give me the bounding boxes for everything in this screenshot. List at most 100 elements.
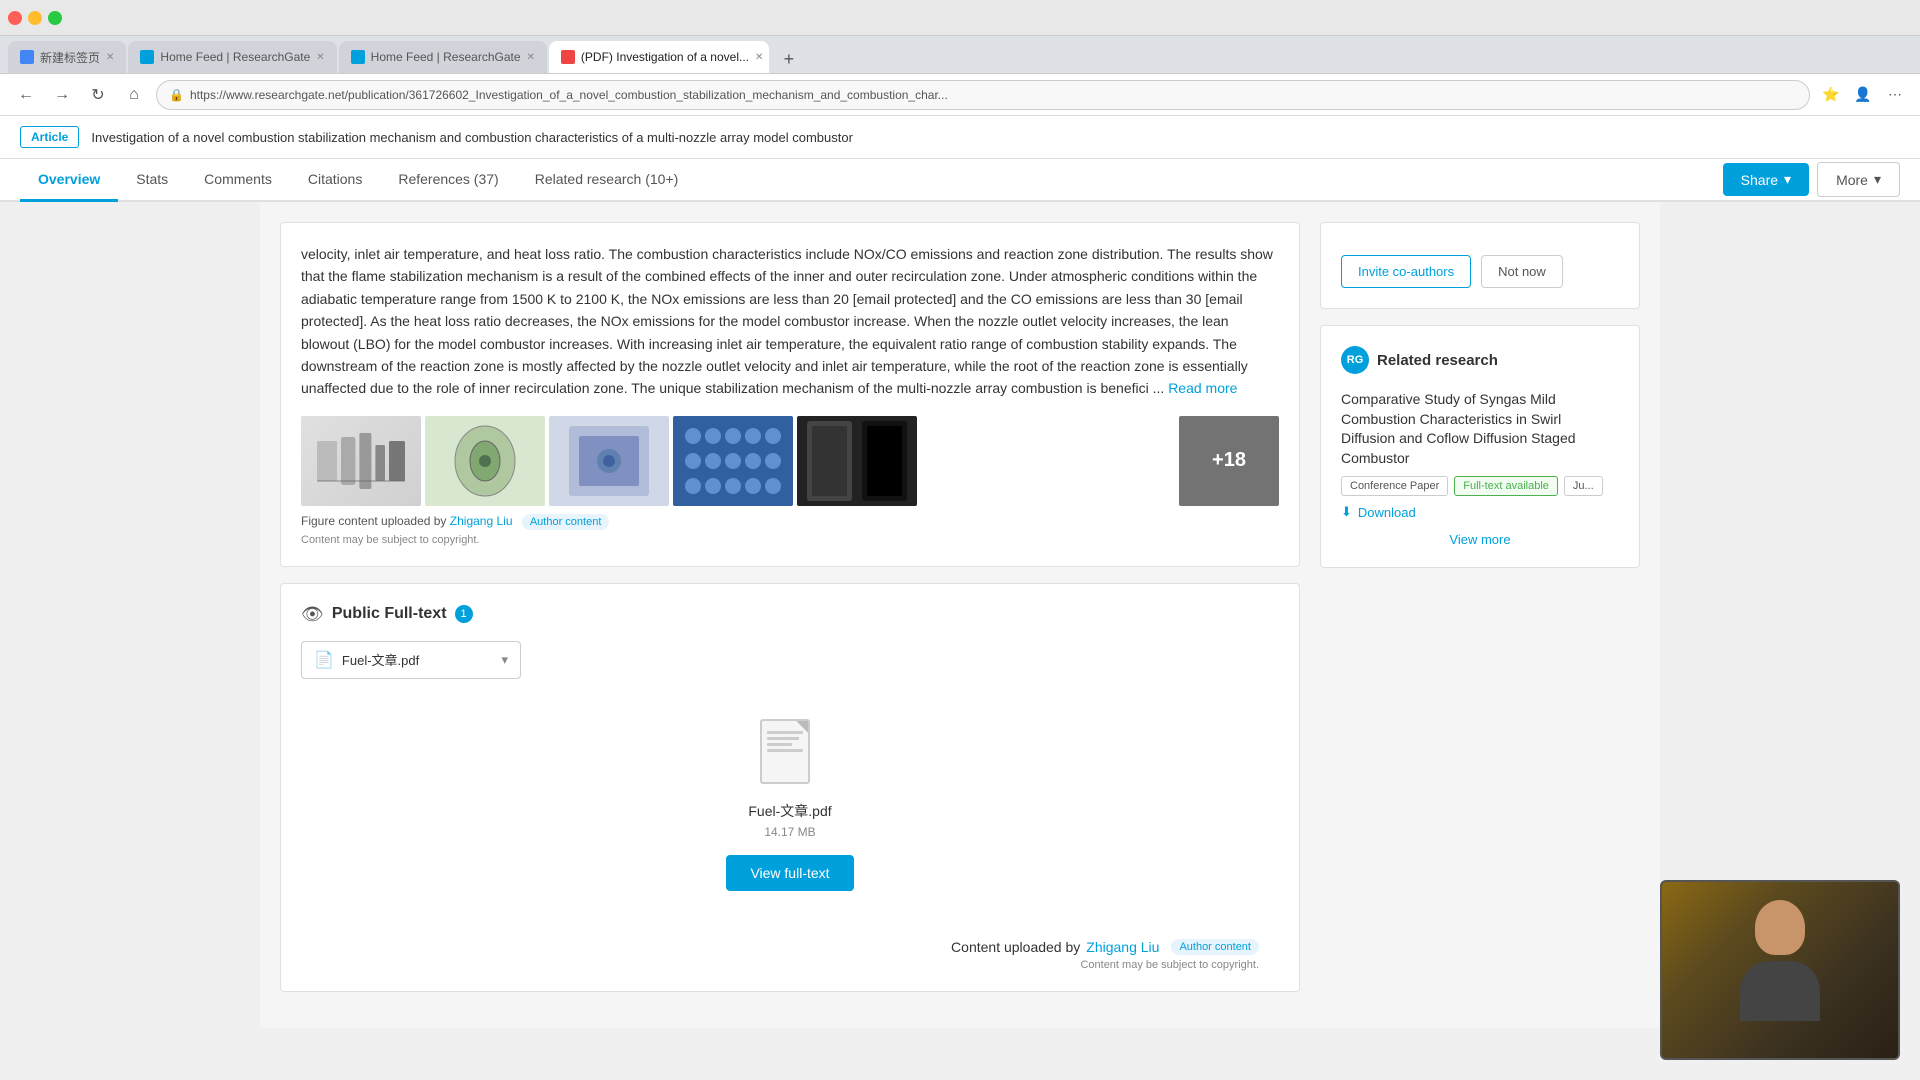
related-research-header: RG Related research <box>1341 346 1619 374</box>
more-button[interactable]: More ▾ <box>1817 162 1900 197</box>
not-now-button[interactable]: Not now <box>1481 255 1563 288</box>
figure-5[interactable] <box>797 416 917 506</box>
nav-tabs: Overview Stats Comments Citations Refere… <box>0 159 1920 202</box>
copyright-note: Content may be subject to copyright. <box>301 534 1279 546</box>
browser-tabs: 新建标签页 ✕ Home Feed | ResearchGate ✕ Home … <box>0 36 1920 74</box>
fulltext-header: 👁 Public Full-text 1 <box>301 604 1279 625</box>
download-icon: ⬇ <box>1341 504 1352 520</box>
paper-title: Comparative Study of Syngas Mild Combust… <box>1341 390 1619 468</box>
read-more-link[interactable]: Read more <box>1168 380 1237 396</box>
tab-favicon-1 <box>20 50 34 64</box>
tab-close-2[interactable]: ✕ <box>316 52 324 63</box>
article-tag: Article <box>20 126 79 148</box>
home-button[interactable]: ⌂ <box>120 81 148 109</box>
tab-citations[interactable]: Citations <box>290 159 380 202</box>
browser-tab-3[interactable]: Home Feed | ResearchGate ✕ <box>339 41 547 73</box>
tab-related[interactable]: Related research (10+) <box>517 159 697 202</box>
address-lock-icon: 🔒 <box>169 88 184 102</box>
pdf-line-1 <box>767 731 803 734</box>
invite-actions: Invite co-authors Not now <box>1341 255 1619 288</box>
menu-icon[interactable]: ⋯ <box>1882 82 1908 108</box>
browser-tab-2[interactable]: Home Feed | ResearchGate ✕ <box>128 41 336 73</box>
back-button[interactable]: ← <box>12 81 40 109</box>
badge-fulltext: Full-text available <box>1454 476 1558 496</box>
main-content: velocity, inlet air temperature, and hea… <box>260 202 1660 1028</box>
video-person <box>1720 900 1840 1040</box>
tab-comments[interactable]: Comments <box>186 159 290 202</box>
pdf-line-2 <box>767 737 799 740</box>
pdf-icon-body <box>760 719 810 784</box>
content-uploaded-row: Content uploaded by Zhigang Liu Author c… <box>301 939 1279 955</box>
forward-button[interactable]: → <box>48 81 76 109</box>
pdf-filename: Fuel-文章.pdf <box>748 801 831 821</box>
tab-close-1[interactable]: ✕ <box>106 52 114 63</box>
rg-logo-icon: RG <box>1341 346 1369 374</box>
figure-3[interactable] <box>549 416 669 506</box>
tab-favicon-4 <box>561 50 575 64</box>
refresh-button[interactable]: ↻ <box>84 81 112 109</box>
file-selector[interactable]: 📄 Fuel-文章.pdf ▾ <box>301 641 521 679</box>
right-column: Invite co-authors Not now RG Related res… <box>1320 222 1640 1008</box>
share-button[interactable]: Share ▾ <box>1723 163 1809 196</box>
window-close-button[interactable] <box>8 11 22 25</box>
browser-tab-4[interactable]: (PDF) Investigation of a novel... ✕ <box>549 41 769 73</box>
pdf-line-4 <box>767 749 803 752</box>
tab-favicon-2 <box>140 50 154 64</box>
tab-references[interactable]: References (37) <box>380 159 516 202</box>
fulltext-title: Public Full-text <box>332 605 447 623</box>
browser-frame: 新建标签页 ✕ Home Feed | ResearchGate ✕ Home … <box>0 0 1920 1080</box>
download-button[interactable]: ⬇ Download <box>1341 504 1416 520</box>
related-research-title: Related research <box>1377 352 1498 369</box>
address-bar[interactable]: 🔒 https://www.researchgate.net/publicati… <box>156 80 1810 110</box>
browser-toolbar: ← → ↻ ⌂ 🔒 https://www.researchgate.net/p… <box>0 74 1920 116</box>
window-minimize-button[interactable] <box>28 11 42 25</box>
nav-tab-actions: Share ▾ More ▾ <box>1723 162 1900 197</box>
share-chevron-icon: ▾ <box>1784 171 1791 188</box>
related-research-card: RG Related research Comparative Study of… <box>1320 325 1640 568</box>
pdf-icon <box>760 719 820 789</box>
tab-favicon-3 <box>351 50 365 64</box>
file-selector-icon: 📄 <box>314 650 334 670</box>
figure-row: +18 <box>301 416 1279 506</box>
figure-2[interactable] <box>425 416 545 506</box>
tab-close-3[interactable]: ✕ <box>527 52 535 63</box>
content-uploaded-label: Content uploaded by <box>951 939 1080 955</box>
fulltext-info-badge[interactable]: 1 <box>455 605 473 623</box>
download-label: Download <box>1358 505 1416 520</box>
extensions-icon[interactable]: ⭐ <box>1818 82 1844 108</box>
left-column: velocity, inlet air temperature, and hea… <box>280 222 1300 1008</box>
tab-stats[interactable]: Stats <box>118 159 186 202</box>
invite-coauthors-button[interactable]: Invite co-authors <box>1341 255 1471 288</box>
address-text: https://www.researchgate.net/publication… <box>190 88 948 102</box>
view-fulltext-button[interactable]: View full-text <box>726 855 853 891</box>
tab-label-3: Home Feed | ResearchGate <box>371 50 521 64</box>
related-paper-card: Comparative Study of Syngas Mild Combust… <box>1341 390 1619 520</box>
article-title: Investigation of a novel combustion stab… <box>91 130 1900 145</box>
pdf-size: 14.17 MB <box>764 825 815 839</box>
invite-card: Invite co-authors Not now <box>1320 222 1640 309</box>
more-label: More <box>1836 172 1868 188</box>
content-copyright: Content may be subject to copyright. <box>301 959 1279 971</box>
figure-author-link[interactable]: Zhigang Liu <box>450 514 513 528</box>
person-body <box>1740 961 1820 1021</box>
content-author-badge: Author content <box>1171 939 1259 955</box>
figure-overlay-count[interactable]: +18 <box>1179 416 1279 506</box>
window-controls <box>8 11 62 25</box>
content-uploader-link[interactable]: Zhigang Liu <box>1086 939 1159 955</box>
tab-overview[interactable]: Overview <box>20 159 118 202</box>
abstract-text: velocity, inlet air temperature, and hea… <box>301 243 1279 400</box>
tab-label-2: Home Feed | ResearchGate <box>160 50 310 64</box>
browser-tab-1[interactable]: 新建标签页 ✕ <box>8 41 126 73</box>
figure-4[interactable] <box>673 416 793 506</box>
new-tab-button[interactable]: + <box>775 45 803 73</box>
figure-caption: Figure content uploaded by Zhigang Liu A… <box>301 514 1279 530</box>
profile-icon[interactable]: 👤 <box>1850 82 1876 108</box>
figure-1[interactable] <box>301 416 421 506</box>
pdf-preview-area: Fuel-文章.pdf 14.17 MB View full-text <box>301 679 1279 931</box>
window-maximize-button[interactable] <box>48 11 62 25</box>
eye-icon: 👁 <box>301 604 324 625</box>
tab-close-4[interactable]: ✕ <box>755 52 763 63</box>
video-placeholder <box>1662 882 1898 1058</box>
view-more-link[interactable]: View more <box>1341 532 1619 547</box>
file-selector-name: Fuel-文章.pdf <box>342 650 419 669</box>
